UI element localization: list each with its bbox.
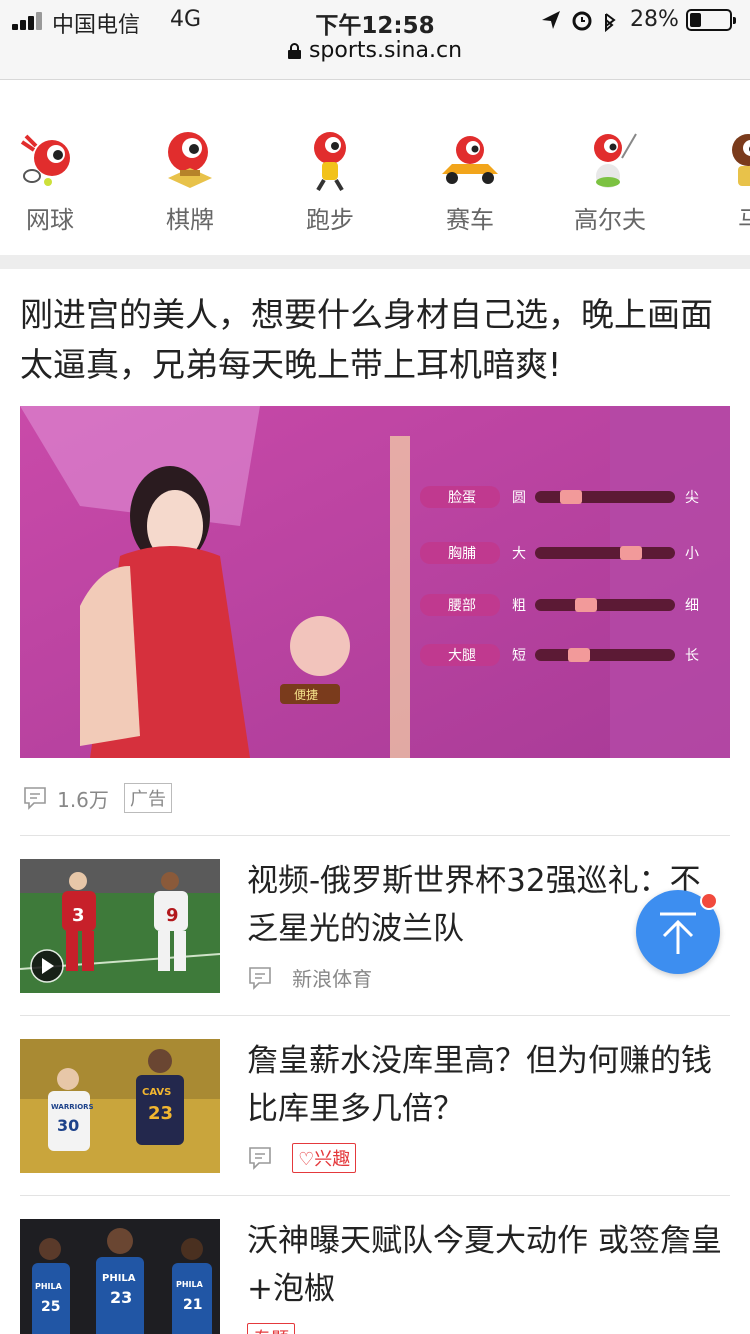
jersey-text: PHILA — [35, 1282, 63, 1291]
jersey-number: 9 — [166, 905, 179, 926]
chess-mascot-icon — [168, 132, 212, 188]
slider-right: 长 — [685, 648, 699, 664]
comment-count: 1.6万 — [57, 787, 109, 812]
news-item[interactable]: 3 9 视频-俄罗斯世界杯32强巡礼：不乏星光的波兰队 新浪体育 — [20, 859, 730, 993]
jersey-text: CAVS — [142, 1087, 171, 1098]
battery-icon — [686, 9, 736, 31]
news-item[interactable]: WARRIORS 30 CAVS 23 詹皇薪水没库里高？但为何赚的钱比库里多几… — [20, 1039, 730, 1173]
slider-right: 尖 — [685, 490, 699, 506]
news-meta: ♡兴趣 — [247, 1143, 357, 1173]
horse-mascot-icon — [732, 134, 750, 186]
play-icon — [30, 949, 64, 983]
jersey-number: 3 — [72, 905, 85, 926]
category-tennis[interactable]: 网球 — [0, 128, 110, 235]
slider-right: 小 — [685, 546, 699, 562]
divider — [20, 1195, 730, 1196]
news-thumbnail: WARRIORS 30 CAVS 23 — [20, 1039, 220, 1173]
top-bar: 中国电信 4G 下午12:58 28% sports.sina.cn — [0, 0, 750, 80]
ad-badge: 广告 — [124, 783, 172, 813]
slider-label: 脸蛋 — [448, 490, 476, 506]
jersey-number: 21 — [183, 1297, 202, 1313]
news-item[interactable]: PHILA 25 PHILA 23 PHILA 21 沃神曝天赋队今夏大动作 或… — [20, 1219, 730, 1334]
jersey-text: WARRIORS — [51, 1103, 94, 1111]
jersey-number: 30 — [57, 1116, 79, 1135]
running-mascot-icon — [314, 132, 346, 192]
ad-image[interactable]: 便捷 脸蛋 圆 尖 胸脯 大 小 腰部 粗 细 大腿 短 长 — [20, 406, 730, 758]
bluetooth-icon — [605, 13, 616, 32]
comment-icon[interactable] — [247, 965, 273, 991]
category-label: 高尔夫 — [574, 206, 646, 234]
comment-icon[interactable] — [22, 785, 48, 811]
jersey-text: PHILA — [176, 1280, 204, 1289]
category-running[interactable]: 跑步 — [270, 128, 390, 235]
category-label: 赛车 — [446, 206, 494, 234]
category-horse[interactable]: 马 — [690, 128, 750, 235]
category-label: 跑步 — [306, 206, 354, 234]
category-label: 网球 — [26, 206, 74, 234]
comment-icon[interactable] — [247, 1145, 273, 1171]
news-thumbnail: 3 9 — [20, 859, 220, 993]
news-source: 新浪体育 — [292, 967, 373, 991]
news-title[interactable]: 沃神曝天赋队今夏大动作 或签詹皇+泡椒 — [247, 1217, 730, 1313]
location-arrow-icon — [542, 11, 560, 29]
category-bar: 网球 棋牌 跑步 赛车 高尔夫 马 — [0, 80, 750, 255]
arrow-up-icon — [660, 912, 696, 954]
topic-tag[interactable]: 专题 — [247, 1323, 295, 1334]
divider — [20, 1015, 730, 1016]
divider — [20, 835, 730, 836]
news-title[interactable]: 詹皇薪水没库里高？但为何赚的钱比库里多几倍？ — [247, 1037, 730, 1133]
back-to-top-button[interactable] — [636, 890, 720, 974]
url-bar[interactable]: sports.sina.cn — [0, 38, 750, 63]
category-label: 马 — [690, 200, 750, 235]
category-chess[interactable]: 棋牌 — [130, 128, 250, 235]
category-golf[interactable]: 高尔夫 — [550, 128, 670, 235]
lock-icon — [287, 43, 301, 59]
ad-meta: 1.6万 广告 — [22, 783, 172, 813]
jersey-number: 23 — [110, 1288, 132, 1307]
jersey-number: 23 — [148, 1103, 173, 1124]
slider-label: 腰部 — [448, 598, 476, 614]
tennis-mascot-icon — [20, 134, 70, 186]
slider-right: 细 — [685, 598, 699, 614]
status-bar: 中国电信 4G 下午12:58 28% — [0, 0, 750, 40]
category-label: 棋牌 — [166, 206, 214, 234]
status-icons — [542, 11, 616, 32]
slider-label: 大腿 — [448, 648, 476, 664]
racing-mascot-icon — [442, 136, 498, 184]
alarm-icon — [572, 11, 592, 31]
jersey-number: 25 — [41, 1299, 60, 1315]
news-meta: 专题 — [247, 1323, 295, 1334]
jersey-text: PHILA — [102, 1273, 136, 1284]
interest-tag[interactable]: ♡兴趣 — [292, 1143, 357, 1173]
ad-title[interactable]: 刚进宫的美人，想要什么身材自己选，晚上画面太逼真，兄弟每天晚上带上耳机暗爽! — [20, 290, 730, 390]
slider-left: 粗 — [512, 598, 526, 614]
ad-image-art: 便捷 脸蛋 圆 尖 胸脯 大 小 腰部 粗 细 大腿 短 长 — [20, 406, 730, 758]
category-racing[interactable]: 赛车 — [410, 128, 530, 235]
url-text: sports.sina.cn — [308, 38, 463, 63]
slider-left: 大 — [512, 546, 526, 562]
slider-left: 短 — [512, 648, 526, 664]
news-thumbnail: PHILA 25 PHILA 23 PHILA 21 — [20, 1219, 220, 1334]
golf-mascot-icon — [594, 133, 637, 188]
slider-left: 圆 — [512, 490, 526, 506]
notification-dot — [700, 892, 718, 910]
ad-image-button: 便捷 — [294, 688, 318, 702]
battery-percent: 28% — [630, 7, 679, 32]
news-meta: 新浪体育 — [247, 963, 372, 991]
section-divider — [0, 255, 750, 269]
slider-label: 胸脯 — [448, 546, 476, 562]
